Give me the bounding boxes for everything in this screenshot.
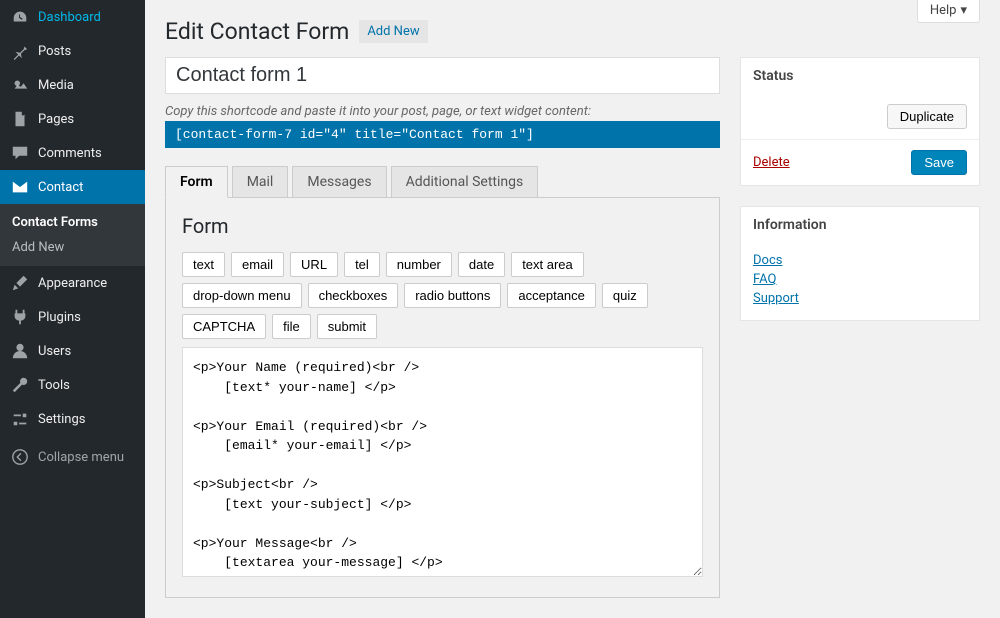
form-template-textarea[interactable] <box>182 347 703 577</box>
sidebar-item-label: Settings <box>38 412 85 427</box>
tab-additional-settings[interactable]: Additional Settings <box>391 166 539 197</box>
tag-generator-row: text email URL tel number date text area… <box>182 252 703 339</box>
sidebar-item-media[interactable]: Media <box>0 68 145 102</box>
tab-bar: Form Mail Messages Additional Settings <box>165 166 720 197</box>
delete-link[interactable]: Delete <box>753 155 790 170</box>
sliders-icon <box>10 409 30 429</box>
tab-messages[interactable]: Messages <box>292 166 386 197</box>
tag-radio[interactable]: radio buttons <box>404 283 501 308</box>
page-title-text: Edit Contact Form <box>165 18 349 45</box>
sidebar-item-settings[interactable]: Settings <box>0 402 145 436</box>
chevron-down-icon: ▾ <box>960 3 967 18</box>
media-icon <box>10 75 30 95</box>
brush-icon <box>10 273 30 293</box>
sidebar-item-label: Posts <box>38 44 71 59</box>
status-box: Status Duplicate Delete Save <box>740 57 980 186</box>
screen-meta: Help ▾ <box>917 0 980 23</box>
sidebar-item-posts[interactable]: Posts <box>0 34 145 68</box>
info-title: Information <box>741 207 979 243</box>
sidebar-item-label: Comments <box>38 146 102 161</box>
info-link-faq[interactable]: FAQ <box>753 272 967 287</box>
mail-icon <box>10 177 30 197</box>
help-tab[interactable]: Help ▾ <box>917 0 980 23</box>
tag-quiz[interactable]: quiz <box>602 283 648 308</box>
sidebar-submenu: Contact Forms Add New <box>0 204 145 266</box>
tag-captcha[interactable]: CAPTCHA <box>182 314 266 339</box>
tag-number[interactable]: number <box>386 252 452 277</box>
shortcode-box[interactable]: [contact-form-7 id="4" title="Contact fo… <box>165 121 720 148</box>
tag-email[interactable]: email <box>231 252 284 277</box>
sidebar-item-plugins[interactable]: Plugins <box>0 300 145 334</box>
tag-textarea[interactable]: text area <box>511 252 584 277</box>
user-icon <box>10 341 30 361</box>
sidebar-item-pages[interactable]: Pages <box>0 102 145 136</box>
add-new-button[interactable]: Add New <box>359 20 427 43</box>
sidebar-item-label: Tools <box>38 378 70 393</box>
help-label: Help <box>930 3 957 18</box>
panel-heading: Form <box>182 214 703 238</box>
shortcode-hint: Copy this shortcode and paste it into yo… <box>165 104 720 119</box>
tag-date[interactable]: date <box>458 252 505 277</box>
submenu-contact-forms[interactable]: Contact Forms <box>0 210 145 235</box>
tag-dropdown[interactable]: drop-down menu <box>182 283 302 308</box>
sidebar-item-label: Pages <box>38 112 74 127</box>
sidebar-item-label: Dashboard <box>38 10 101 25</box>
content-area: Help ▾ Edit Contact Form Add New Copy th… <box>145 0 1000 618</box>
info-link-docs[interactable]: Docs <box>753 253 967 268</box>
plug-icon <box>10 307 30 327</box>
sidebar-item-label: Contact <box>38 180 83 195</box>
submenu-add-new[interactable]: Add New <box>0 235 145 260</box>
tag-file[interactable]: file <box>272 314 311 339</box>
gauge-icon <box>10 7 30 27</box>
tab-mail[interactable]: Mail <box>232 166 289 197</box>
collapse-menu[interactable]: Collapse menu <box>0 440 145 474</box>
sidebar-item-label: Appearance <box>38 276 107 291</box>
admin-sidebar: Dashboard Posts Media Pages Comments Con… <box>0 0 145 618</box>
tag-tel[interactable]: tel <box>344 252 380 277</box>
tag-text[interactable]: text <box>182 252 225 277</box>
comment-icon <box>10 143 30 163</box>
tag-submit[interactable]: submit <box>317 314 377 339</box>
sidebar-item-label: Users <box>38 344 71 359</box>
tag-acceptance[interactable]: acceptance <box>507 283 596 308</box>
sidebar-item-comments[interactable]: Comments <box>0 136 145 170</box>
sidebar-item-users[interactable]: Users <box>0 334 145 368</box>
page-title: Edit Contact Form Add New <box>165 18 980 45</box>
tab-form[interactable]: Form <box>165 166 228 198</box>
info-link-support[interactable]: Support <box>753 291 967 306</box>
tag-checkboxes[interactable]: checkboxes <box>308 283 399 308</box>
information-box: Information Docs FAQ Support <box>740 206 980 321</box>
collapse-label: Collapse menu <box>38 450 124 465</box>
sidebar-item-tools[interactable]: Tools <box>0 368 145 402</box>
sidebar-item-label: Media <box>38 78 74 93</box>
wrench-icon <box>10 375 30 395</box>
tag-url[interactable]: URL <box>290 252 338 277</box>
page-icon <box>10 109 30 129</box>
pin-icon <box>10 41 30 61</box>
sidebar-item-appearance[interactable]: Appearance <box>0 266 145 300</box>
save-button[interactable]: Save <box>911 150 967 175</box>
status-title: Status <box>741 58 979 94</box>
collapse-icon <box>10 447 30 467</box>
form-title-input[interactable] <box>165 57 720 94</box>
duplicate-button[interactable]: Duplicate <box>887 104 967 129</box>
form-panel: Form text email URL tel number date text… <box>165 197 720 598</box>
sidebar-item-contact[interactable]: Contact <box>0 170 145 204</box>
sidebar-item-dashboard[interactable]: Dashboard <box>0 0 145 34</box>
sidebar-item-label: Plugins <box>38 310 81 325</box>
